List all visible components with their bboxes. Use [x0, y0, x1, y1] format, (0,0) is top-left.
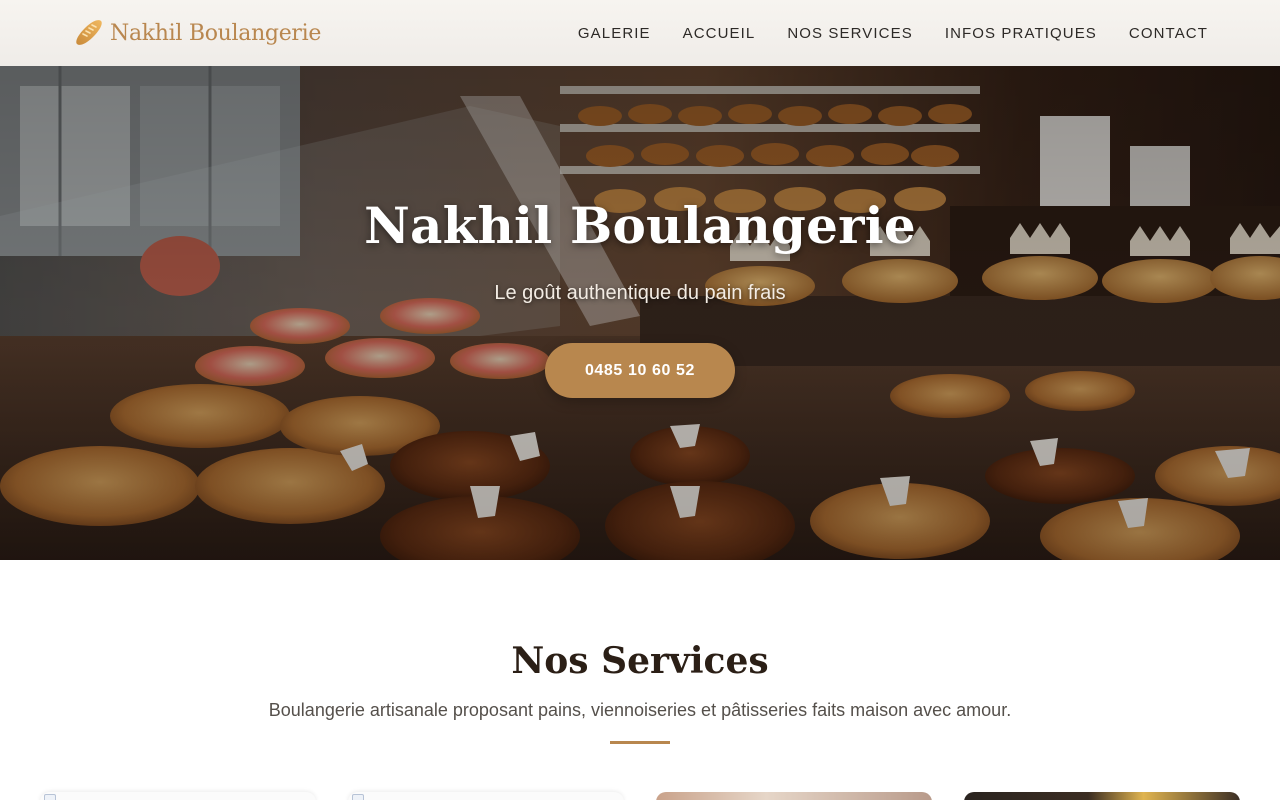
baguette-icon	[76, 20, 102, 45]
nav-link-contact[interactable]: CONTACT	[1129, 25, 1208, 42]
service-card-2[interactable]	[348, 792, 624, 800]
nav-link-nos-services[interactable]: NOS SERVICES	[787, 25, 912, 42]
hero-section: Nakhil Boulangerie Le goût authentique d…	[0, 66, 1280, 560]
broken-image-icon	[352, 794, 364, 800]
service-card-3[interactable]	[656, 792, 932, 800]
nav-menu: GALERIE ACCUEIL NOS SERVICES INFOS PRATI…	[546, 0, 1208, 66]
brand-logo-link[interactable]: Nakhil Boulangerie	[72, 14, 321, 52]
brand-name: Nakhil Boulangerie	[110, 20, 322, 46]
services-section: Nos Services Boulangerie artisanale prop…	[0, 560, 1280, 800]
nav-link-galerie[interactable]: GALERIE	[578, 25, 651, 42]
services-description: Boulangerie artisanale proposant pains, …	[268, 700, 1012, 720]
services-title: Nos Services	[511, 640, 769, 682]
section-divider	[610, 741, 670, 744]
broken-image-icon	[44, 794, 56, 800]
nav-link-accueil[interactable]: ACCUEIL	[683, 25, 756, 42]
hero-bakery-photo	[0, 66, 1280, 560]
call-phone-button[interactable]: 0485 10 60 52	[545, 343, 735, 398]
hero-subtitle: Le goût authentique du pain frais	[494, 282, 786, 304]
service-card-1[interactable]	[40, 792, 316, 800]
service-card-4[interactable]	[964, 792, 1240, 800]
nav-link-infos-pratiques[interactable]: INFOS PRATIQUES	[945, 25, 1097, 42]
hero-title: Nakhil Boulangerie	[364, 196, 916, 255]
navbar: Nakhil Boulangerie GALERIE ACCUEIL NOS S…	[0, 0, 1280, 66]
